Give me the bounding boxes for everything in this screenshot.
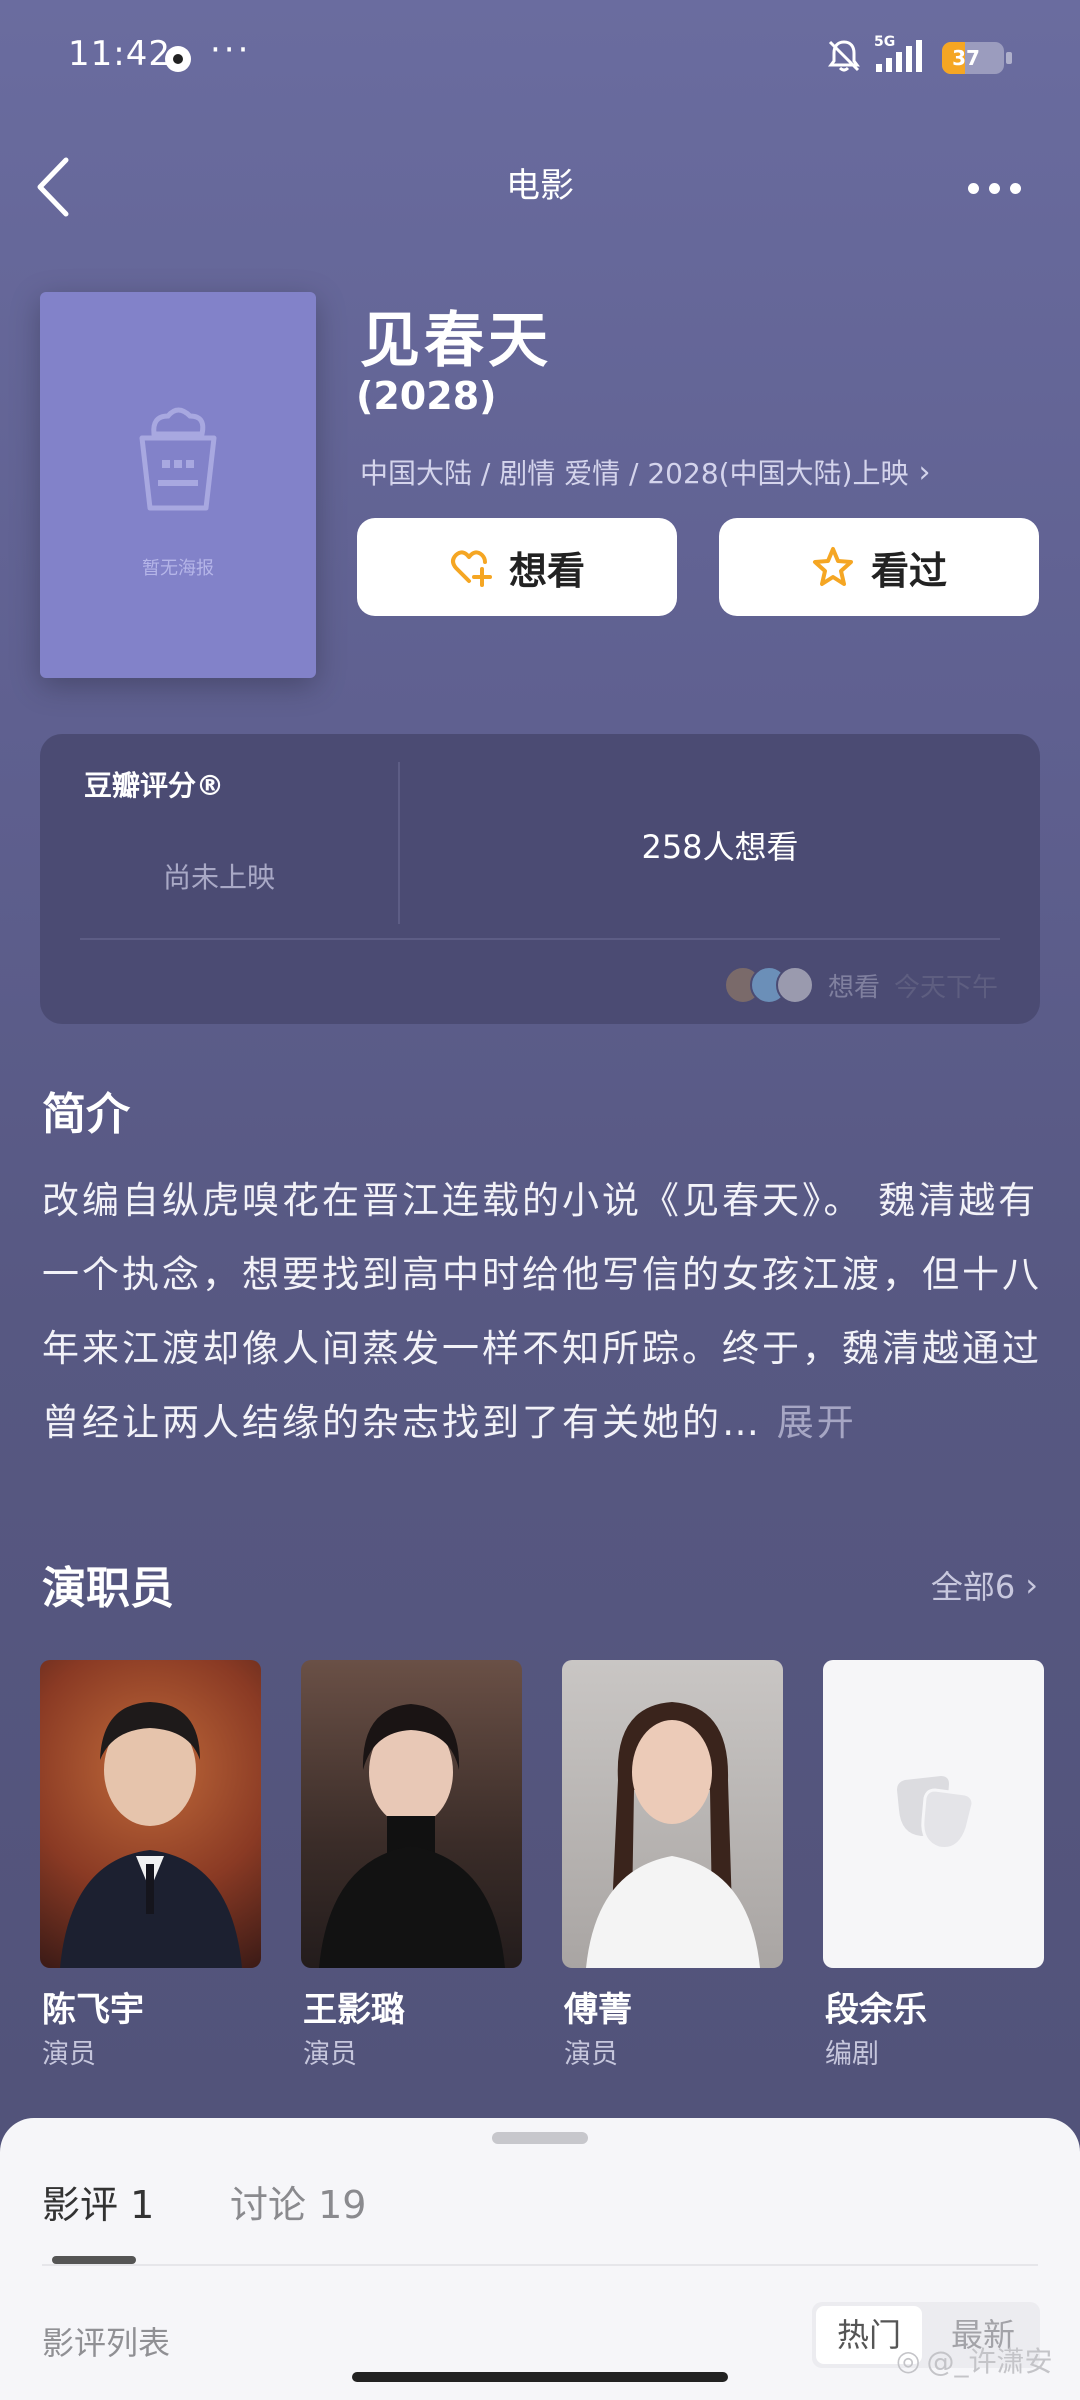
cast-name: 傅菁 [564,1990,632,2030]
cast-role: 编剧 [825,2039,879,2070]
movie-year: (2028) [356,374,497,418]
theater-masks-icon [897,1776,975,1851]
cast-role: 演员 [42,2039,96,2070]
chevron-right-icon: › [1025,1566,1038,1604]
rating-card[interactable]: 豆瓣评分® 尚未上映 258人想看 想看 今天下午 [40,734,1040,1024]
tab-discussions[interactable]: 讨论 19 [230,2174,366,2229]
movie-meta[interactable]: 中国大陆 / 剧情 爱情 / 2028(中国大陆)上映 › [360,452,930,492]
poster-placeholder[interactable]: 暂无海报 [40,292,316,678]
weibo-icon: ◎ [896,2343,921,2377]
cast-role: 演员 [303,2039,357,2070]
sheet-divider [42,2264,1038,2266]
activity-label: 想看 [827,972,880,1003]
tab-reviews[interactable]: 影评 1 [42,2174,154,2229]
recent-activity[interactable]: 想看 今天下午 [723,966,998,1004]
cast-item[interactable]: 王影璐 演员 [301,1660,522,2070]
want-to-watch-button[interactable]: 想看 [357,518,677,616]
poster-placeholder-label: 暂无海报 [142,558,214,579]
tab-indicator [52,2256,136,2264]
want-to-watch-label: 想看 [508,548,585,593]
douban-rating-label: 豆瓣评分® [84,769,225,802]
person-silhouette-icon [60,1702,242,1968]
avatar [775,966,814,1004]
battery-cap [1006,52,1012,64]
cast-list: 陈飞宇 演员 王影璐 演员 傅菁 演员 段余乐 编剧 [40,1660,1080,2080]
cast-name: 王影璐 [303,1990,405,2030]
person-silhouette-icon [319,1704,505,1968]
cast-photo [562,1660,783,1968]
avatar-stack [723,966,814,1004]
status-time: 11:42 [68,34,171,74]
cast-photo [301,1660,522,1968]
cast-item[interactable]: 傅菁 演员 [562,1660,783,2070]
heart-plus-icon [450,550,492,587]
cast-item[interactable]: 段余乐 编剧 [823,1660,1044,2070]
sheet-drag-handle[interactable] [492,2132,588,2144]
rating-divider [80,938,1000,940]
cast-name: 陈飞宇 [42,1990,144,2030]
person-silhouette-icon [586,1702,760,1968]
cast-all-label: 全部6 [930,1568,1016,1606]
battery-level: 37 [952,46,980,70]
intro-text: 改编自纵虎嗅花在晋江连载的小说《见春天》。 魏清越有一个执念，想要找到高中时给他… [42,1164,1042,1460]
bell-muted-icon [828,40,860,72]
more-notifications-icon: ··· [210,30,252,70]
watched-label: 看过 [870,548,947,593]
watermark-text: @_许潇安 [926,2345,1053,2378]
home-indicator[interactable] [352,2372,728,2382]
status-bar: 11:42 ··· 5G 37 [0,0,1080,120]
activity-time: 今天下午 [893,972,998,1003]
page-title: 电影 [506,166,574,206]
more-options-icon[interactable] [954,170,1034,206]
watermark: ◎ @_许潇安 [896,2340,1052,2380]
watched-button[interactable]: 看过 [719,518,1039,616]
rating-status: 尚未上映 [162,861,275,894]
expand-link[interactable]: 展开 [777,1401,857,1444]
want-count: 258人想看 [641,828,799,866]
cast-role: 演员 [564,2039,618,2070]
review-list-label: 影评列表 [42,2324,171,2362]
screen-record-icon [165,46,191,72]
cast-heading: 演职员 [42,1563,174,1614]
battery-icon: 37 [942,42,1004,74]
chevron-right-icon: › [918,454,931,490]
movie-meta-text: 中国大陆 / 剧情 爱情 / 2028(中国大陆)上映 [360,457,909,490]
intro-heading: 简介 [42,1089,130,1140]
cast-name: 段余乐 [825,1990,927,2030]
movie-title: 见春天 [360,306,552,376]
cast-item[interactable]: 陈飞宇 演员 [40,1660,261,2070]
intro-body: 改编自纵虎嗅花在晋江连载的小说《见春天》。 魏清越有一个执念，想要找到高中时给他… [42,1179,1042,1444]
cast-photo-placeholder [823,1660,1044,1968]
cast-photo [40,1660,261,1968]
popcorn-icon [139,407,217,511]
signal-icon [876,40,922,72]
cast-all-link[interactable]: 全部6 › [931,1562,1038,1608]
star-icon [812,547,853,586]
